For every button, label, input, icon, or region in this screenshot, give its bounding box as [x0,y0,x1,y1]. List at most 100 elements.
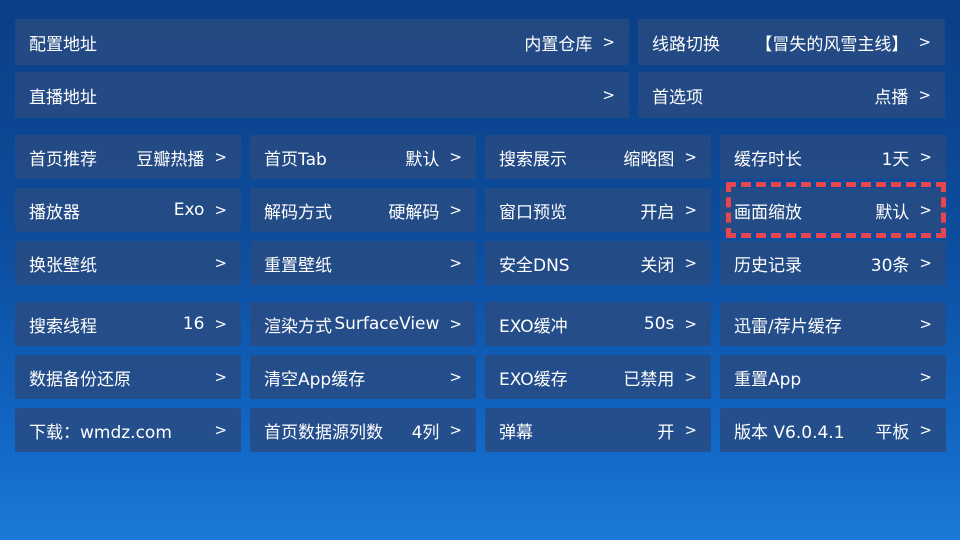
settings-row-2: 播放器 Exo > 解码方式 硬解码 > 窗口预览 开启 > 画面缩放 默认 > [15,188,946,232]
setting-value: SurfaceView [334,314,440,334]
chevron-right-icon: > [919,315,932,333]
chevron-right-icon: > [449,368,462,386]
chevron-right-icon: > [919,201,932,219]
setting-label: 播放器 [29,202,80,223]
decode-mode-setting[interactable]: 解码方式 硬解码 > [250,188,476,232]
search-threads-setting[interactable]: 搜索线程 16 > [15,302,241,346]
setting-label: 首页Tab [264,149,327,170]
secure-dns-setting[interactable]: 安全DNS 关闭 > [485,241,711,285]
exo-buffer-setting[interactable]: EXO缓冲 50s > [485,302,711,346]
setting-label: 重置App [734,369,802,390]
chevron-right-icon: > [449,148,462,166]
setting-value: 内置仓库 [524,34,593,55]
chevron-right-icon: > [919,368,932,386]
cache-duration-setting[interactable]: 缓存时长 1天 > [720,135,946,179]
settings-row-top-2: 直播地址 > 首选项 点播 > [15,72,945,118]
live-address-setting[interactable]: 直播地址 > [15,72,629,118]
screen-scale-setting[interactable]: 画面缩放 默认 > [720,188,946,232]
reset-wallpaper-setting[interactable]: 重置壁纸 > [250,241,476,285]
download-link-setting[interactable]: 下载：wmdz.com > [15,408,241,452]
exo-cache-setting[interactable]: EXO缓存 已禁用 > [485,355,711,399]
setting-label: EXO缓存 [499,369,568,390]
setting-value: Exo [173,200,205,220]
setting-label: 渲染方式 [264,316,332,337]
setting-label: 下载：wmdz.com [29,422,172,443]
setting-label: 画面缩放 [734,202,802,223]
setting-value: 1天 [881,149,910,170]
setting-value: 缩略图 [623,149,675,170]
setting-label: 缓存时长 [734,149,802,170]
setting-value: 50s [643,314,675,334]
setting-label: 版本 V6.0.4.1 [734,422,845,443]
setting-label: 安全DNS [499,255,570,276]
setting-label: 首页数据源列数 [264,422,383,443]
setting-value: 开启 [640,202,675,223]
setting-value: 开 [657,422,675,443]
setting-label: 迅雷/荐片缓存 [734,316,842,337]
settings-row-3: 换张壁纸 > 重置壁纸 > 安全DNS 关闭 > 历史记录 30条 > [15,241,946,285]
chevron-right-icon: > [918,33,931,51]
chevron-right-icon: > [449,254,462,272]
player-setting[interactable]: 播放器 Exo > [15,188,241,232]
change-wallpaper-setting[interactable]: 换张壁纸 > [15,241,241,285]
chevron-right-icon: > [684,421,697,439]
chevron-right-icon: > [684,315,697,333]
history-setting[interactable]: 历史记录 30条 > [720,241,946,285]
home-columns-setting[interactable]: 首页数据源列数 4列 > [250,408,476,452]
settings-row-4: 搜索线程 16 > 渲染方式 SurfaceView > EXO缓冲 50s > 迅雷… [15,302,946,346]
setting-label: 线路切换 [652,34,720,55]
settings-row-top-1: 配置地址 内置仓库 > 线路切换 【冒失的风雪主线】 > [15,19,945,65]
setting-value: 默认 [875,202,910,223]
chevron-right-icon: > [214,148,227,166]
setting-label: 配置地址 [29,34,97,55]
chevron-right-icon: > [214,368,227,386]
settings-row-6: 下载：wmdz.com > 首页数据源列数 4列 > 弹幕 开 > 版本 V6.0.… [15,408,946,452]
setting-label: 直播地址 [29,87,97,108]
setting-value: 4列 [411,422,440,443]
setting-label: EXO缓冲 [499,316,568,337]
setting-label: 搜索展示 [499,149,567,170]
chevron-right-icon: > [449,421,462,439]
setting-label: 数据备份还原 [29,369,131,390]
backup-restore-setting[interactable]: 数据备份还原 > [15,355,241,399]
setting-label: 重置壁纸 [264,255,332,276]
setting-value: 已禁用 [623,369,675,390]
chevron-right-icon: > [918,86,931,104]
chevron-right-icon: > [449,315,462,333]
clear-cache-setting[interactable]: 清空App缓存 > [250,355,476,399]
danmaku-setting[interactable]: 弹幕 开 > [485,408,711,452]
chevron-right-icon: > [449,201,462,219]
chevron-right-icon: > [684,148,697,166]
chevron-right-icon: > [214,315,227,333]
chevron-right-icon: > [214,254,227,272]
setting-label: 历史记录 [734,255,802,276]
setting-value: 硬解码 [388,202,440,223]
home-recommend-setting[interactable]: 首页推荐 豆瓣热播 > [15,135,241,179]
window-preview-setting[interactable]: 窗口预览 开启 > [485,188,711,232]
setting-value: 30条 [870,255,910,276]
chevron-right-icon: > [919,148,932,166]
setting-label: 窗口预览 [499,202,567,223]
setting-label: 清空App缓存 [264,369,366,390]
thunder-cache-setting[interactable]: 迅雷/荐片缓存 > [720,302,946,346]
config-address-setting[interactable]: 配置地址 内置仓库 > [15,19,629,65]
chevron-right-icon: > [919,421,932,439]
setting-value: 平板 [875,422,910,443]
chevron-right-icon: > [684,201,697,219]
route-switch-setting[interactable]: 线路切换 【冒失的风雪主线】 > [638,19,945,65]
setting-label: 首页推荐 [29,149,97,170]
chevron-right-icon: > [602,86,615,104]
chevron-right-icon: > [919,254,932,272]
settings-row-1: 首页推荐 豆瓣热播 > 首页Tab 默认 > 搜索展示 缩略图 > 缓存时长 1天 > [15,135,946,179]
version-setting[interactable]: 版本 V6.0.4.1 平板 > [720,408,946,452]
setting-label: 弹幕 [499,422,533,443]
setting-value: 关闭 [640,255,675,276]
search-display-setting[interactable]: 搜索展示 缩略图 > [485,135,711,179]
setting-value: 16 [182,314,205,334]
home-tab-setting[interactable]: 首页Tab 默认 > [250,135,476,179]
preference-setting[interactable]: 首选项 点播 > [638,72,945,118]
chevron-right-icon: > [602,33,615,51]
render-mode-setting[interactable]: 渲染方式 SurfaceView > [250,302,476,346]
reset-app-setting[interactable]: 重置App > [720,355,946,399]
setting-value: 点播 [874,87,909,108]
